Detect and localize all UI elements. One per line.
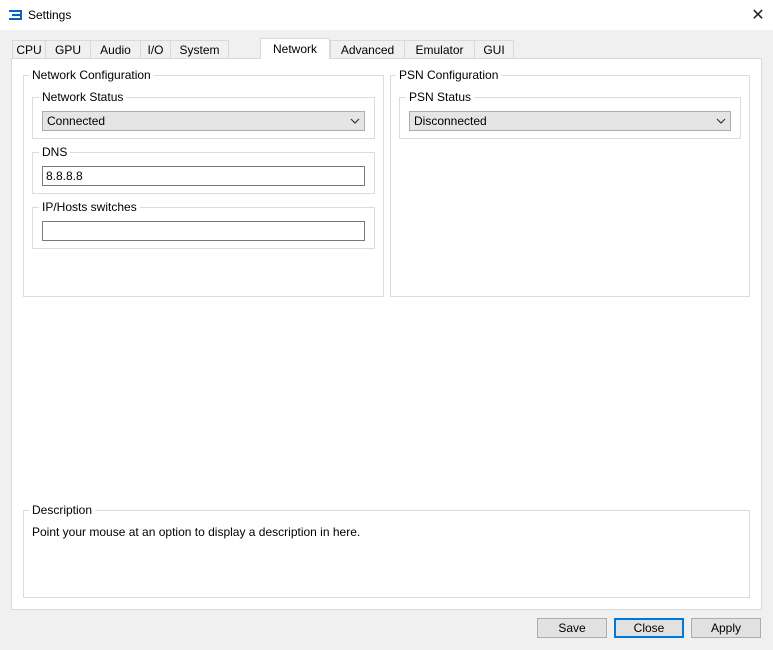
psn-status-value: Disconnected <box>414 114 487 128</box>
close-icon: ✕ <box>751 7 765 24</box>
ip-hosts-switches-input[interactable] <box>42 221 365 241</box>
psn-status-group: PSN Status Disconnected <box>399 90 741 139</box>
network-status-group: Network Status Connected <box>32 90 375 139</box>
apply-button[interactable]: Apply <box>691 618 761 638</box>
tab-advanced[interactable]: Advanced <box>330 40 405 58</box>
description-title: Description <box>29 503 96 517</box>
tab-audio[interactable]: Audio <box>90 40 141 58</box>
psn-configuration-group: PSN Configuration PSN Status Disconnecte… <box>390 68 750 297</box>
network-configuration-title: Network Configuration <box>29 68 154 82</box>
network-configuration-group: Network Configuration Network Status Con… <box>23 68 384 297</box>
psn-status-dropdown[interactable]: Disconnected <box>409 111 731 131</box>
tab-gpu[interactable]: GPU <box>45 40 91 58</box>
window-title: Settings <box>28 8 72 22</box>
dns-group: DNS 8.8.8.8 <box>32 145 375 194</box>
tab-io[interactable]: I/O <box>140 40 171 58</box>
chevron-down-icon <box>716 118 726 124</box>
network-status-value: Connected <box>47 114 106 128</box>
description-group: Description Point your mouse at an optio… <box>23 503 750 598</box>
dns-input[interactable]: 8.8.8.8 <box>42 166 365 186</box>
network-tab-page: Network Configuration Network Status Con… <box>11 58 762 610</box>
dns-value: 8.8.8.8 <box>46 169 83 183</box>
title-bar: Settings ✕ <box>0 0 773 30</box>
dns-label: DNS <box>39 145 71 159</box>
tab-gui[interactable]: GUI <box>474 40 514 58</box>
psn-status-label: PSN Status <box>406 90 475 104</box>
network-status-label: Network Status <box>39 90 127 104</box>
tab-system[interactable]: System <box>170 40 229 58</box>
app-logo-icon <box>9 10 22 20</box>
ip-hosts-switches-label: IP/Hosts switches <box>39 200 140 214</box>
tab-emulator[interactable]: Emulator <box>404 40 475 58</box>
save-button[interactable]: Save <box>537 618 607 638</box>
ip-hosts-switches-group: IP/Hosts switches <box>32 200 375 249</box>
close-window-button[interactable]: ✕ <box>743 0 773 30</box>
psn-configuration-title: PSN Configuration <box>396 68 502 82</box>
close-button[interactable]: Close <box>614 618 684 638</box>
tab-network[interactable]: Network <box>260 38 330 59</box>
description-text: Point your mouse at an option to display… <box>32 525 361 539</box>
chevron-down-icon <box>350 118 360 124</box>
tab-cpu[interactable]: CPU <box>12 40 46 58</box>
network-status-dropdown[interactable]: Connected <box>42 111 365 131</box>
